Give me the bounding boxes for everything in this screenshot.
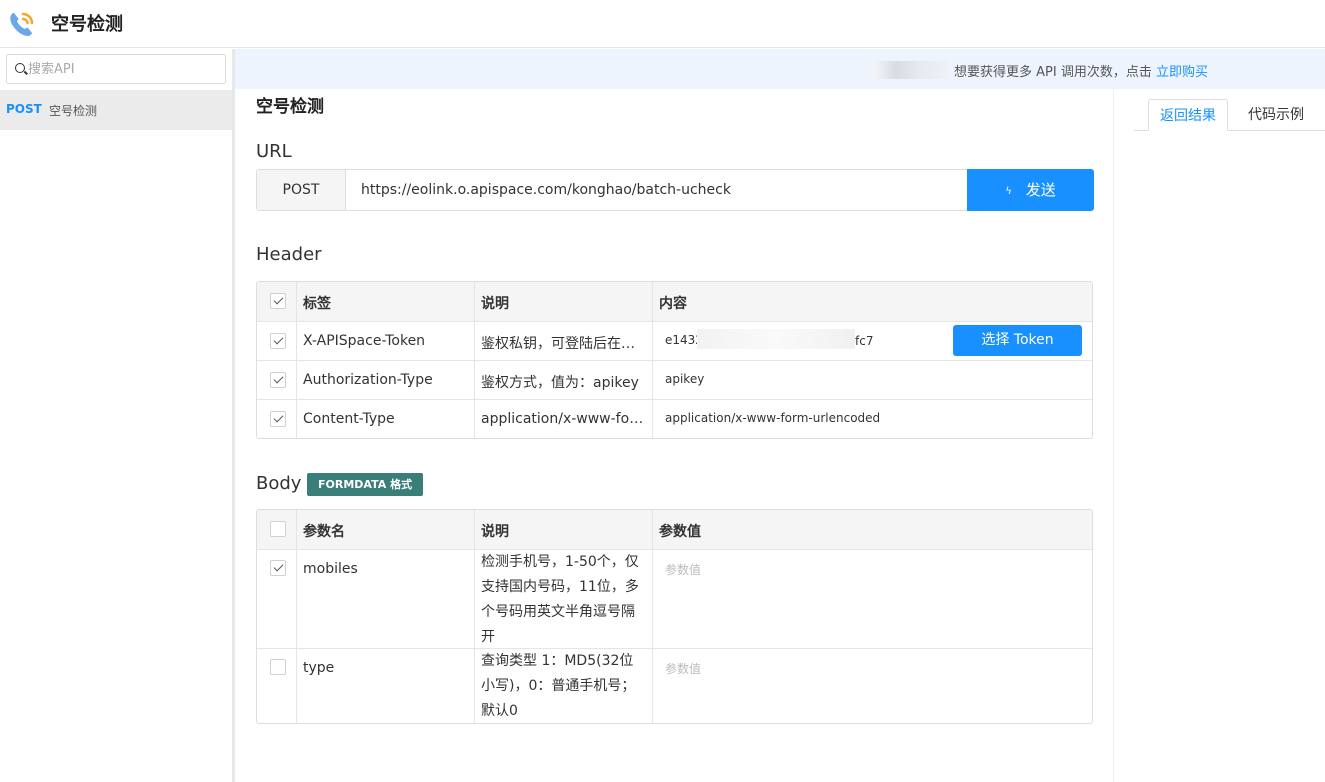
send-label: 发送	[1025, 181, 1056, 199]
header-section-label: Header	[256, 244, 322, 265]
column-header: 内容	[659, 296, 687, 312]
row-checkbox[interactable]	[270, 560, 286, 576]
column-header: 标签	[297, 282, 475, 321]
table-row: Content-Type application/x-www-form-… ap…	[257, 399, 1092, 438]
search-icon	[15, 63, 25, 73]
promo-text: 想要获得更多 API 调用次数，点击 立即购买	[954, 61, 1208, 80]
header-value[interactable]: apikey	[653, 361, 1092, 399]
checkbox-cell	[257, 550, 297, 648]
row-checkbox[interactable]	[270, 372, 286, 388]
checkbox-cell	[257, 322, 297, 360]
tab-response[interactable]: 返回结果	[1148, 99, 1228, 131]
checkbox-cell	[257, 361, 297, 399]
header-name: X-APISpace-Token	[297, 322, 475, 360]
header-table: 标签 说明 内容 X-APISpace-Token 鉴权私钥，可登陆后在… e1…	[256, 281, 1093, 439]
url-row: POST https://eolink.o.apispace.com/kongh…	[256, 169, 1094, 211]
table-header-row: 标签 说明 内容	[257, 282, 1092, 321]
sidebar: POST 空号检测	[0, 49, 235, 782]
body-section-label: Body	[256, 473, 302, 494]
column-header: 参数值	[659, 524, 701, 540]
select-all-cell	[257, 510, 297, 549]
header-name: Content-Type	[297, 400, 475, 438]
response-tabs: 返回结果 代码示例	[1134, 99, 1325, 131]
table-header-row: 参数名 说明 参数值	[257, 510, 1092, 549]
header-desc: 鉴权私钥，可登陆后在…	[475, 322, 653, 360]
select-token-button[interactable]: 选择 Token	[953, 325, 1082, 356]
header-desc: application/x-www-form-…	[475, 400, 653, 438]
row-checkbox[interactable]	[270, 411, 286, 427]
main-content: 空号检测 URL POST https://eolink.o.apispace.…	[238, 89, 1113, 782]
checkbox-cell	[257, 400, 297, 438]
row-checkbox[interactable]	[270, 333, 286, 349]
header-desc: 鉴权方式，值为：apikey	[475, 361, 653, 399]
table-row: Authorization-Type 鉴权方式，值为：apikey apikey	[257, 360, 1092, 399]
table-row: type 查询类型 1：MD5(32位小写)，0：普通手机号；默认0 参数值	[257, 648, 1092, 723]
search-box[interactable]	[6, 54, 226, 84]
token-value-end: fc7	[855, 334, 874, 348]
param-value-cell[interactable]: 参数值	[653, 550, 1092, 648]
row-checkbox[interactable]	[270, 659, 286, 675]
url-section-label: URL	[256, 141, 292, 162]
param-name: type	[297, 649, 475, 723]
send-button[interactable]: ϟ 发送	[967, 169, 1094, 211]
column-header: 说明	[475, 510, 653, 549]
search-input[interactable]	[28, 60, 218, 78]
param-name: mobiles	[297, 550, 475, 648]
buy-now-link[interactable]: 立即购买	[1156, 65, 1208, 80]
promo-message: 想要获得更多 API 调用次数，点击	[954, 65, 1156, 80]
select-all-checkbox[interactable]	[270, 521, 286, 537]
param-desc: 查询类型 1：MD5(32位小写)，0：普通手机号；默认0	[475, 649, 653, 723]
checkbox-cell	[257, 649, 297, 723]
top-bar: 空号检测	[0, 0, 1325, 48]
app-title: 空号检测	[51, 14, 123, 35]
header-name: Authorization-Type	[297, 361, 475, 399]
redacted-user-info	[873, 61, 949, 79]
formdata-badge: FORMDATA 格式	[307, 473, 424, 496]
column-header: 参数名	[297, 510, 475, 549]
sidebar-item-api[interactable]: POST 空号检测	[0, 90, 232, 130]
param-desc: 检测手机号，1-50个，仅支持国内号码，11位，多个号码用英文半角逗号隔开	[475, 550, 653, 648]
response-panel: 返回结果 代码示例	[1113, 89, 1325, 782]
column-header: 说明	[475, 282, 653, 321]
param-value-input[interactable]: 参数值	[665, 662, 701, 676]
phone-signal-icon	[10, 12, 34, 36]
param-value-cell[interactable]: 参数值	[653, 649, 1092, 723]
table-row: mobiles 检测手机号，1-50个，仅支持国内号码，11位，多个号码用英文半…	[257, 549, 1092, 648]
header-value-cell[interactable]: e1432 fc7 选择 Token	[653, 322, 1092, 360]
tab-code-example[interactable]: 代码示例	[1237, 99, 1315, 131]
select-all-checkbox[interactable]	[270, 293, 286, 309]
http-method-select[interactable]: POST	[257, 170, 346, 210]
header-value[interactable]: application/x-www-form-urlencoded	[653, 400, 1092, 438]
method-badge: POST	[6, 102, 42, 116]
redacted-token	[697, 329, 855, 349]
sidebar-item-label: 空号检测	[49, 104, 98, 118]
page-title: 空号检测	[256, 97, 324, 117]
select-all-cell	[257, 282, 297, 321]
lightning-icon: ϟ	[1005, 186, 1012, 197]
table-row: X-APISpace-Token 鉴权私钥，可登陆后在… e1432 fc7 选…	[257, 321, 1092, 360]
body-table: 参数名 说明 参数值 mobiles 检测手机号，1-50个，仅支持国内号码，1…	[256, 509, 1093, 724]
param-value-input[interactable]: 参数值	[665, 563, 701, 577]
url-input[interactable]: https://eolink.o.apispace.com/konghao/ba…	[361, 182, 731, 198]
